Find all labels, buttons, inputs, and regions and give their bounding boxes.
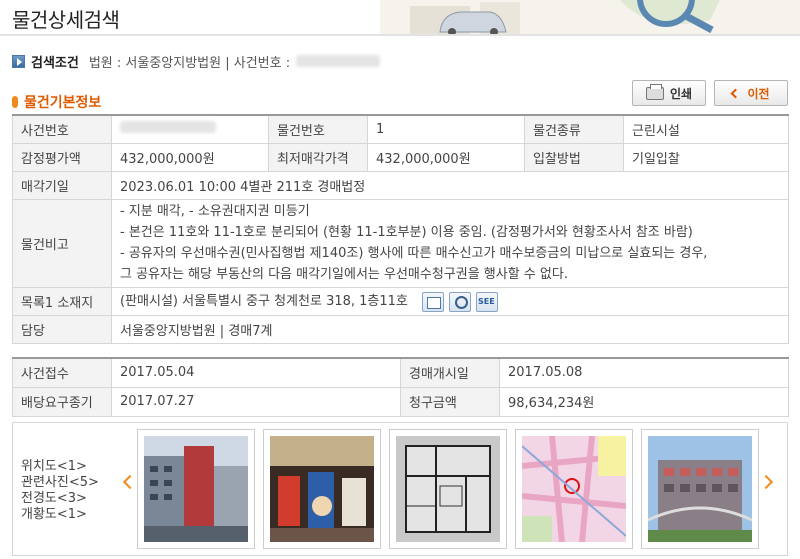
remarks-label: 물건비고 [12, 198, 112, 288]
claim-label: 청구금액 [400, 386, 500, 417]
manager-label: 담당 [12, 314, 112, 344]
section-title: 물건기본정보 [12, 92, 101, 112]
table-row: 배당요구종기 2017.07.27 청구금액 98,634,234원 [12, 386, 789, 417]
thumbnail-building-exterior[interactable] [137, 429, 255, 549]
header: 물건상세검색 [0, 0, 800, 36]
thumbnail-building-front[interactable] [641, 429, 759, 549]
play-arrow-icon [12, 54, 25, 68]
photo-category-overview[interactable]: 개황도<1> [21, 507, 99, 523]
table-row: 사건접수 2017.05.04 경매개시일 2017.05.08 [12, 357, 789, 388]
min-price-label: 최저매각가격 [268, 142, 368, 172]
address-icons [422, 291, 499, 312]
table-row: 담당 서울중앙지방법원 | 경매7계 [12, 314, 789, 344]
table-row: 매각기일 2023.06.01 10:00 4별관 211호 경매법정 [12, 170, 789, 200]
page-title: 물건상세검색 [12, 8, 120, 32]
item-type-label: 물건종류 [524, 114, 624, 144]
item-type-value: 근린시설 [623, 114, 789, 144]
photo-category-location[interactable]: 위치도<1> [21, 459, 99, 475]
received-label: 사건접수 [12, 357, 112, 388]
case-no-value [111, 114, 269, 144]
print-button[interactable]: 인쇄 [632, 80, 706, 106]
address-label: 목록1 소재지 [12, 286, 112, 316]
min-price-value: 432,000,000원 [367, 142, 525, 172]
section-title-text: 물건기본정보 [24, 95, 102, 111]
building-exterior-image [144, 436, 248, 542]
remarks-value: - 지분 매각, - 소유권대지권 미등기 - 본건은 11호와 11-1호로 … [111, 198, 789, 288]
redacted-case-number [120, 121, 216, 134]
bid-method-label: 입찰방법 [524, 142, 624, 172]
market-interior-image [270, 436, 374, 542]
back-button[interactable]: 이전 [714, 80, 788, 106]
table-row: 사건번호 물건번호 1 물건종류 근린시설 [12, 114, 789, 144]
search-condition-label: 검색조건 [31, 55, 79, 71]
header-divider [0, 34, 800, 36]
search-magnifier-icon[interactable] [449, 291, 472, 312]
item-no-value: 1 [367, 114, 525, 144]
sale-date-label: 매각기일 [12, 170, 112, 200]
bullet-icon [12, 96, 18, 108]
bid-method-value: 기일입찰 [623, 142, 789, 172]
floor-plan-image [396, 436, 500, 542]
redacted-case-number [296, 55, 381, 67]
header-illustration [380, 0, 800, 34]
photo-category-related[interactable]: 관련사진<5> [21, 475, 99, 491]
thumbnail-location-map[interactable] [515, 429, 633, 549]
deadline-label: 배당요구종기 [12, 386, 112, 417]
start-value: 2017.05.08 [499, 357, 789, 388]
building-front-image [647, 436, 753, 542]
location-map-image [521, 435, 627, 543]
basic-info-table: 사건번호 물건번호 1 물건종류 근린시설 감정평가액 432,000,000원… [12, 114, 789, 344]
remarks-line: - 본건은 11호와 11-1호로 분리되어 (현황 11-1호부분) 이용 중… [120, 225, 693, 240]
case-info-table: 사건접수 2017.05.04 경매개시일 2017.05.08 배당요구종기 … [12, 357, 789, 417]
appraisal-label: 감정평가액 [12, 142, 112, 172]
received-value: 2017.05.04 [111, 357, 401, 388]
item-no-label: 물건번호 [268, 114, 368, 144]
remarks-line: - 공유자의 우선매수권(민사집행법 제140조) 행사에 따른 매수신고가 매… [120, 246, 708, 261]
see-real-icon[interactable] [476, 291, 499, 312]
start-label: 경매개시일 [400, 357, 500, 388]
claim-value: 98,634,234원 [499, 386, 789, 417]
photo-category-panorama[interactable]: 전경도<3> [21, 491, 99, 507]
appraisal-value: 432,000,000원 [111, 142, 269, 172]
case-no-label: 사건번호 [12, 114, 112, 144]
photo-category-list: 위치도<1> 관련사진<5> 전경도<3> 개황도<1> [21, 459, 99, 523]
back-button-label: 이전 [747, 86, 770, 101]
manager-value: 서울중앙지방법원 | 경매7계 [111, 314, 789, 344]
remarks-line: - 지분 매각, - 소유권대지권 미등기 [120, 204, 310, 219]
thumbnail-floor-plan[interactable] [389, 429, 507, 549]
sale-date-value: 2023.06.01 10:00 4별관 211호 경매법정 [111, 170, 789, 200]
table-row: 감정평가액 432,000,000원 최저매각가격 432,000,000원 입… [12, 142, 789, 172]
print-button-label: 인쇄 [669, 86, 693, 101]
search-condition-text: 법원 : 서울중앙지방법원 | 사건번호 : [88, 55, 291, 71]
chevron-left-icon [731, 88, 741, 98]
next-arrow-icon[interactable] [758, 474, 774, 490]
table-row: 목록1 소재지 (판매시설) 서울특별시 중구 청계천로 318, 1층11호 [12, 286, 789, 316]
photo-gallery: 위치도<1> 관련사진<5> 전경도<3> 개황도<1> [12, 422, 788, 556]
map-icon[interactable] [422, 291, 445, 312]
address-text: (판매시설) 서울특별시 중구 청계천로 318, 1층11호 [120, 294, 408, 310]
search-condition: 검색조건 법원 : 서울중앙지방법원 | 사건번호 : [12, 52, 381, 71]
table-row: 물건비고 - 지분 매각, - 소유권대지권 미등기 - 본건은 11호와 11… [12, 198, 789, 288]
prev-arrow-icon[interactable] [122, 474, 138, 490]
remarks-line: 그 공유자는 해당 부동산의 다음 매각기일에서는 우선매수청구권을 행사할 수… [120, 267, 568, 282]
printer-icon [645, 83, 664, 100]
thumbnail-market-interior[interactable] [263, 429, 381, 549]
address-value: (판매시설) 서울특별시 중구 청계천로 318, 1층11호 [111, 286, 789, 316]
deadline-value: 2017.07.27 [111, 386, 401, 417]
